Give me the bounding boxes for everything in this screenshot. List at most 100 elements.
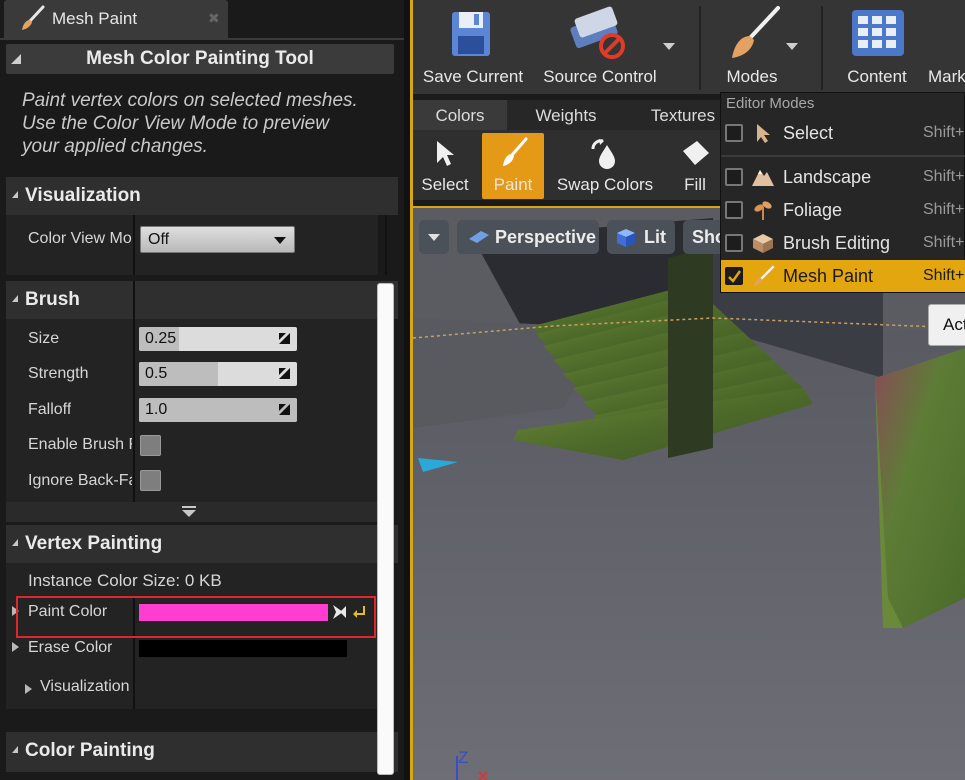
menu-item-label: Landscape	[783, 167, 872, 187]
tool-label: Swap Colors	[556, 175, 654, 194]
checkmark-icon	[728, 270, 741, 283]
erase-color-swatch[interactable]	[139, 640, 347, 657]
tool-label: Fill	[684, 175, 706, 194]
mode-checkbox-checked[interactable]	[725, 267, 743, 285]
source-control-icon	[570, 6, 625, 59]
menu-item-shortcut: Shift+	[923, 234, 965, 251]
section-title: Vertex Painting	[25, 533, 163, 554]
collapse-arrow-icon	[12, 191, 18, 198]
tool-header[interactable]: Mesh Color Painting Tool	[6, 44, 394, 74]
instance-color-size: Instance Color Size: 0 KB	[28, 571, 222, 590]
arrow-cursor-icon	[757, 124, 770, 143]
tool-description: Paint vertex colors on selected meshes. …	[22, 89, 392, 158]
falloff-spinbox[interactable]: 1.0	[139, 398, 297, 422]
toolbar-separator	[699, 6, 701, 90]
drag-handle-icon[interactable]	[278, 332, 291, 345]
mode-checkbox[interactable]	[725, 124, 743, 142]
content-button[interactable]: Content	[834, 0, 920, 94]
section-title: Visualization	[25, 185, 141, 206]
fill-tool-button[interactable]: Fill	[669, 133, 721, 199]
paint-brush-icon	[732, 6, 780, 58]
visualization-section-header[interactable]: Visualization	[6, 177, 398, 215]
expand-down-icon	[182, 506, 196, 517]
menu-item-brush-editing[interactable]: Brush Editing Shift+	[721, 227, 965, 259]
size-label: Size	[28, 330, 60, 347]
vertex-painting-section-header[interactable]: Vertex Painting	[6, 525, 398, 563]
mode-checkbox[interactable]	[725, 168, 743, 186]
drag-handle-icon[interactable]	[278, 367, 291, 380]
column-divider	[133, 215, 135, 275]
collapse-arrow-icon	[12, 746, 18, 753]
menu-item-mesh-paint[interactable]: Mesh Paint Shift+	[721, 260, 965, 292]
swap-colors-button[interactable]: Swap Colors	[551, 133, 659, 199]
landscape-icon	[752, 170, 774, 186]
ignore-backface-label: Ignore Back-Fa	[28, 472, 132, 489]
toolbar-label: Modes	[726, 67, 778, 86]
toolbar-separator	[821, 6, 823, 90]
strength-value: 0.5	[145, 365, 168, 382]
advanced-expander[interactable]	[6, 502, 378, 522]
size-value: 0.25	[145, 330, 177, 347]
toolbar-label: Save Current	[422, 67, 524, 86]
tab-colors[interactable]: Colors	[413, 100, 507, 130]
brush-editing-icon	[753, 234, 773, 253]
description-line: Paint vertex colors on selected meshes.	[22, 90, 358, 111]
tab-weights[interactable]: Weights	[509, 100, 623, 130]
mesh-paint-tab[interactable]: Mesh Paint ✖	[4, 0, 228, 38]
description-line: your applied changes.	[22, 136, 208, 157]
color-painting-section-header[interactable]: Color Painting	[6, 732, 398, 772]
menu-item-label: Select	[783, 123, 834, 143]
toolbar-label: Content	[847, 67, 907, 86]
drag-handle-icon[interactable]	[278, 403, 291, 416]
visualization-subcategory-label[interactable]: Visualization	[40, 678, 130, 696]
paint-tool-button[interactable]: Paint	[482, 133, 544, 199]
menu-item-label: Foliage	[783, 200, 843, 220]
enable-brush-checkbox[interactable]	[140, 435, 161, 456]
toolbar-label: Mark	[928, 67, 965, 86]
erase-color-label: Erase Color	[28, 639, 113, 656]
paint-brush-icon	[22, 5, 45, 30]
swap-colors-icon	[591, 139, 615, 169]
chevron-down-icon	[274, 237, 286, 244]
tool-label: Paint	[493, 175, 533, 194]
select-tool-button[interactable]: Select	[419, 133, 471, 199]
actor-button[interactable]: Act	[928, 304, 965, 346]
ignore-backface-checkbox[interactable]	[140, 470, 161, 491]
column-divider	[385, 215, 387, 275]
menu-header: Editor Modes	[726, 95, 815, 112]
section-title: Color Painting	[25, 740, 155, 761]
mode-checkbox[interactable]	[725, 234, 743, 252]
brush-section-header[interactable]: Brush	[6, 281, 398, 319]
description-line: Use the Color View Mode to preview	[22, 113, 329, 134]
falloff-label: Falloff	[28, 401, 72, 418]
expand-arrow-icon[interactable]	[25, 684, 32, 694]
paint-brush-icon	[503, 137, 528, 166]
save-current-button[interactable]: Save Current	[418, 0, 528, 94]
falloff-value: 1.0	[145, 401, 168, 418]
size-spinbox[interactable]: 0.25	[139, 327, 297, 351]
menu-item-shortcut: Shift+	[923, 168, 965, 185]
main-toolbar: Save Current Source Control Modes Conten…	[410, 0, 965, 94]
marketplace-button[interactable]: Mark	[925, 0, 965, 94]
menu-item-landscape[interactable]: Landscape Shift+	[721, 161, 965, 193]
source-control-dropdown-icon[interactable]	[663, 43, 675, 50]
menu-item-label: Brush Editing	[783, 233, 891, 253]
editor-modes-menu: Editor Modes Select Shift+ Landscape Shi…	[720, 92, 965, 293]
color-view-mode-dropdown[interactable]: Off	[140, 226, 295, 253]
panel-scrollbar[interactable]	[377, 283, 394, 775]
color-view-mode-label: Color View Mo	[28, 230, 132, 247]
tab-title: Mesh Paint	[52, 9, 138, 28]
close-tab-icon[interactable]: ✖	[208, 10, 220, 27]
tool-label: Select	[421, 175, 469, 194]
modes-dropdown-icon[interactable]	[786, 43, 798, 50]
menu-item-label: Mesh Paint	[783, 266, 874, 286]
collapse-arrow-icon	[12, 539, 18, 546]
modes-button[interactable]: Modes	[712, 0, 792, 94]
menu-item-foliage[interactable]: Foliage Shift+	[721, 194, 965, 226]
strength-spinbox[interactable]: 0.5	[139, 362, 297, 386]
menu-item-select[interactable]: Select Shift+	[721, 117, 965, 149]
mode-checkbox[interactable]	[725, 201, 743, 219]
expand-arrow-icon[interactable]	[12, 642, 19, 652]
menu-item-shortcut: Shift+	[923, 267, 965, 284]
source-control-button[interactable]: Source Control	[536, 0, 664, 94]
